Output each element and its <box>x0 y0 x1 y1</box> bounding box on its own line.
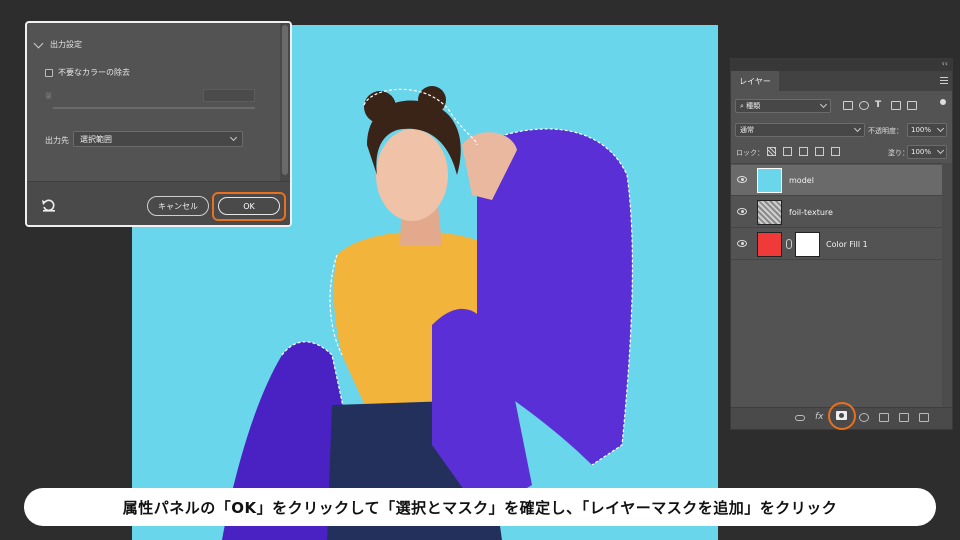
layer-row-foil-texture[interactable]: foil-texture <box>731 197 942 228</box>
layers-toolbar: fx <box>731 402 952 430</box>
blend-row: 通常 不透明度： 100% <box>731 121 952 139</box>
layer-thumbnail <box>757 168 782 193</box>
divider <box>731 163 952 164</box>
properties-panel: 出力設定 不要なカラーの除去 量 出力先 選択範囲 キャンセル OK <box>25 21 292 227</box>
instruction-caption: 属性パネルの「OK」をクリックして「選択とマスク」を確定し、「レイヤーマスクを追… <box>24 488 936 526</box>
panel-titlebar: ‹‹ <box>731 59 952 71</box>
decontaminate-colors-checkbox[interactable] <box>45 68 53 77</box>
lock-pixels-icon[interactable] <box>783 147 792 156</box>
layers-scrollbar[interactable] <box>942 163 952 409</box>
output-to-value: 選択範囲 <box>80 134 112 144</box>
reset-icon[interactable] <box>41 198 57 212</box>
cancel-button[interactable]: キャンセル <box>147 196 209 216</box>
chevron-down-icon <box>936 124 945 133</box>
adjustment-layer-icon[interactable] <box>859 413 869 422</box>
new-layer-icon[interactable] <box>899 413 909 422</box>
layer-row-model[interactable]: model <box>731 165 942 196</box>
adjustment-filter-icon[interactable] <box>859 101 869 110</box>
ok-button[interactable]: OK <box>218 197 280 215</box>
lock-transparency-icon[interactable] <box>767 147 776 156</box>
fill-field[interactable]: 100% <box>907 145 947 159</box>
lock-position-icon[interactable] <box>799 147 808 156</box>
layers-panel: ‹‹ レイヤー ⌕ 種類 T 通常 不透明度： 100% ロック： 塗り： 10… <box>730 58 953 430</box>
chevron-down-icon <box>936 146 945 155</box>
smart-object-filter-icon[interactable] <box>907 101 917 110</box>
blend-mode-value: 通常 <box>740 126 754 134</box>
layers-toolbar-icons-right <box>859 413 929 422</box>
layer-name: Color Fill 1 <box>826 240 868 249</box>
blend-mode-select[interactable]: 通常 <box>735 123 865 137</box>
eye-icon[interactable] <box>737 176 747 183</box>
eye-icon[interactable] <box>737 240 747 247</box>
chevron-down-icon <box>229 133 238 142</box>
link-icon[interactable] <box>786 239 792 249</box>
filter-toggle-icon[interactable] <box>940 99 946 105</box>
filter-row: ⌕ 種類 T <box>731 97 952 117</box>
layer-row-color-fill[interactable]: Color Fill 1 <box>731 229 942 260</box>
type-filter-icon[interactable]: T <box>875 101 885 110</box>
scroll-thumb[interactable] <box>282 25 288 175</box>
fill-label: 塗り： <box>888 149 909 157</box>
layer-name: foil-texture <box>789 208 833 217</box>
kind-filter-select[interactable]: ⌕ 種類 <box>735 99 831 113</box>
properties-scrollbar[interactable] <box>280 23 290 181</box>
chevron-down-icon <box>853 124 862 133</box>
amount-field <box>203 89 255 102</box>
lock-icons <box>767 147 840 156</box>
lock-artboard-icon[interactable] <box>815 147 824 156</box>
amount-label: 量 <box>45 92 52 100</box>
collapse-icon[interactable]: ‹‹ <box>942 59 948 68</box>
layer-thumbnail <box>757 200 782 225</box>
fill-value: 100% <box>911 148 932 156</box>
output-settings-header[interactable]: 出力設定 <box>33 38 82 50</box>
mask-thumbnail <box>795 232 820 257</box>
chevron-down-icon <box>33 38 44 48</box>
output-to-label: 出力先 <box>45 136 69 145</box>
lock-label: ロック： <box>736 149 764 157</box>
lock-all-icon[interactable] <box>831 147 840 156</box>
properties-footer: キャンセル OK <box>27 181 290 225</box>
decontaminate-colors-row[interactable]: 不要なカラーの除去 <box>45 67 130 78</box>
pixel-filter-icon[interactable] <box>843 101 853 110</box>
layers-toolbar-icons: fx <box>795 413 825 422</box>
amount-slider <box>53 107 255 109</box>
add-layer-mask-icon[interactable] <box>836 411 847 420</box>
output-to-select[interactable]: 選択範囲 <box>73 131 243 147</box>
layer-name: model <box>789 176 814 185</box>
ok-highlight-ring: OK <box>212 192 286 221</box>
folder-icon[interactable] <box>879 413 889 422</box>
filter-icons: T <box>843 101 917 110</box>
panel-tabs: レイヤー <box>731 71 952 91</box>
trash-icon[interactable] <box>919 413 929 422</box>
shape-filter-icon[interactable] <box>891 101 901 110</box>
lock-row: ロック： 塗り： 100% <box>731 143 952 161</box>
opacity-field[interactable]: 100% <box>907 123 947 137</box>
fill-thumbnail <box>757 232 782 257</box>
panel-menu-icon[interactable] <box>940 77 948 84</box>
eye-icon[interactable] <box>737 208 747 215</box>
fx-icon[interactable]: fx <box>815 413 825 422</box>
add-mask-highlight-ring <box>828 402 856 430</box>
opacity-value: 100% <box>911 126 932 134</box>
chevron-down-icon <box>819 100 828 109</box>
tab-layers[interactable]: レイヤー <box>731 71 779 91</box>
search-icon: ⌕ <box>740 102 744 110</box>
opacity-label: 不透明度： <box>868 127 903 135</box>
link-layers-icon[interactable] <box>795 414 805 421</box>
output-settings-title: 出力設定 <box>50 40 82 49</box>
kind-filter-value: 種類 <box>746 102 761 110</box>
decontaminate-colors-label: 不要なカラーの除去 <box>58 68 130 77</box>
